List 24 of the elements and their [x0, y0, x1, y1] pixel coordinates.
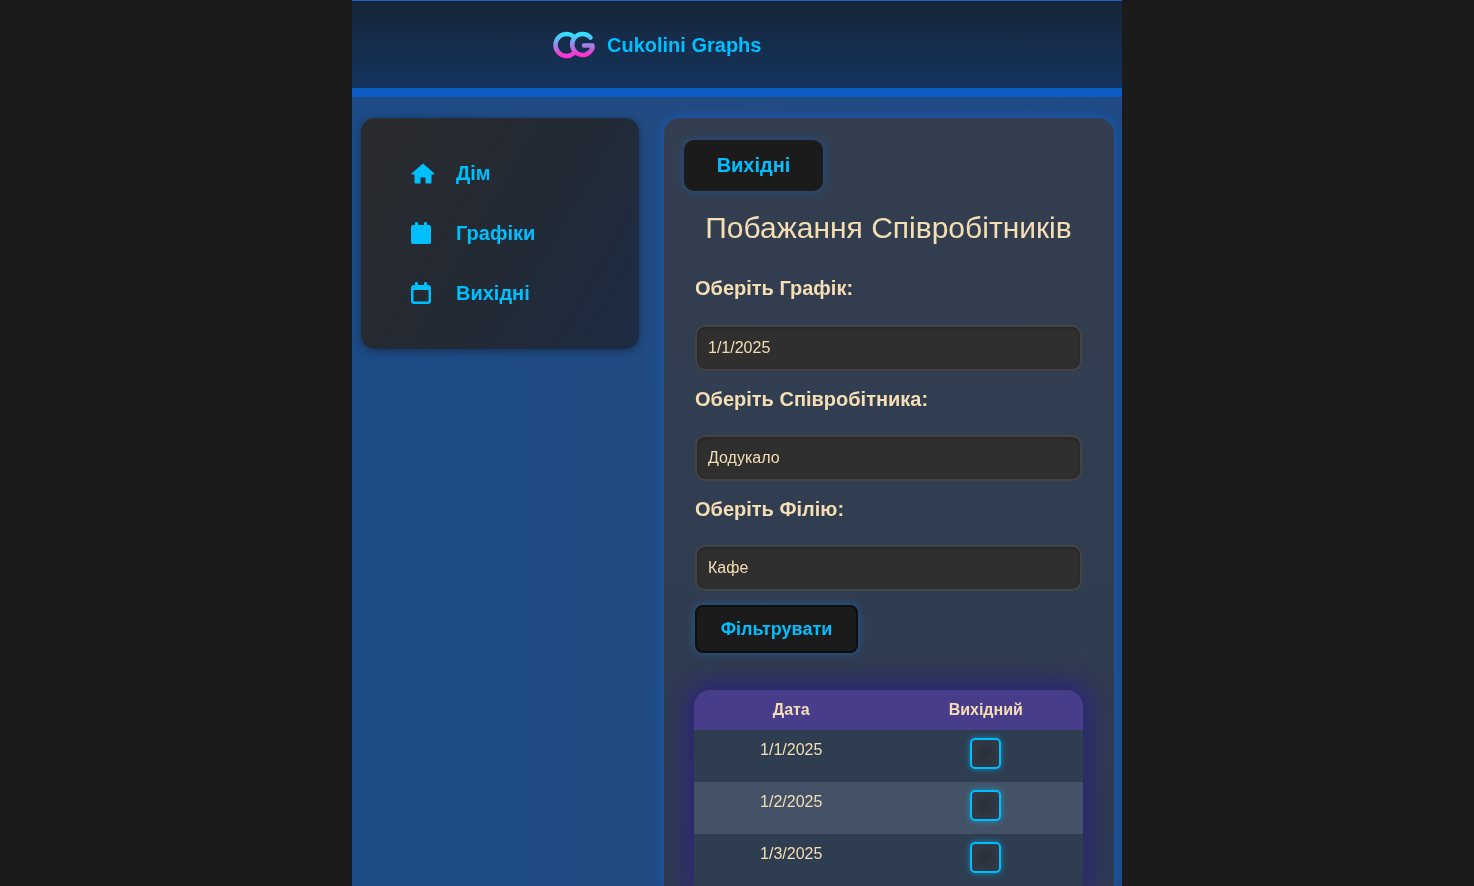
input-field[interactable]: 1/1/2025	[695, 325, 1082, 372]
table-cell: 1/2/2025	[760, 793, 823, 811]
input-field[interactable]: Кафе	[695, 545, 1082, 592]
sidebar-item[interactable]: Вихідні	[411, 278, 530, 308]
calendar-icon	[411, 282, 431, 304]
table-cell: 1/3/2025	[760, 845, 823, 863]
column-header: Вихідний	[948, 700, 1023, 720]
calendar-icon	[411, 222, 431, 244]
sidebar-item[interactable]: Дім	[411, 158, 491, 188]
checkbox[interactable]	[970, 790, 1002, 821]
field-label: Оберіть Співробітника:	[695, 387, 930, 412]
home-icon	[411, 162, 435, 184]
tab-button[interactable]: Вихідні	[684, 140, 823, 192]
checkbox[interactable]	[970, 842, 1002, 873]
field-label: Оберіть Філію:	[695, 497, 846, 522]
checkbox[interactable]	[970, 738, 1002, 769]
page-title: Побажання Співробітників	[704, 210, 1073, 247]
field-label: Оберіть Графік:	[695, 276, 855, 301]
input-field[interactable]: Додукало	[695, 435, 1082, 482]
sidebar-item[interactable]: Графіки	[411, 218, 536, 248]
table-cell: 1/1/2025	[760, 741, 823, 759]
app-title: Cukolini Graphs	[607, 32, 762, 57]
filter-button[interactable]: Фільтрувати	[695, 605, 858, 653]
column-header: Дата	[772, 700, 810, 720]
